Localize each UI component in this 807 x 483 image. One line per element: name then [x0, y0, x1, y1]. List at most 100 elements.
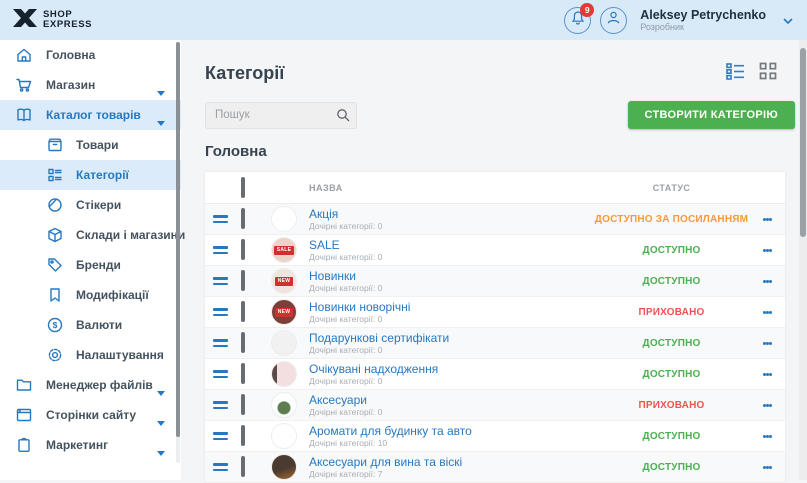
- category-children-count: Дочірні категорії: 0: [309, 407, 594, 417]
- user-name: Aleksey Petrychenko: [640, 8, 766, 22]
- row-menu-button[interactable]: [749, 402, 785, 408]
- category-link[interactable]: Аксесуари: [309, 394, 594, 407]
- status-badge: ДОСТУПНО: [594, 369, 749, 380]
- table-row: Очікувані надходження Дочірні категорії:…: [205, 359, 785, 390]
- row-menu-button[interactable]: [749, 340, 785, 346]
- user-menu-chevron-icon[interactable]: [783, 11, 793, 29]
- row-checkbox[interactable]: [241, 456, 245, 477]
- drag-handle[interactable]: [213, 370, 241, 378]
- category-link[interactable]: Новинки новорічні: [309, 301, 594, 314]
- column-header-status: СТАТУС: [594, 183, 749, 193]
- row-menu-button[interactable]: [749, 464, 785, 470]
- sidebar-item-catalog[interactable]: Каталог товарів: [0, 100, 181, 130]
- status-badge: ДОСТУПНО ЗА ПОСИЛАННЯМ: [594, 214, 749, 225]
- drag-handle[interactable]: [213, 246, 241, 254]
- status-badge: ПРИХОВАНО: [594, 307, 749, 318]
- category-thumbnail: NEW: [271, 268, 297, 294]
- category-children-count: Дочірні категорії: 0: [309, 283, 594, 293]
- select-all-checkbox[interactable]: [241, 177, 245, 198]
- category-thumbnail: SALE: [271, 237, 297, 263]
- category-link[interactable]: SALE: [309, 239, 594, 252]
- sidebar-item-pages[interactable]: Сторінки сайту: [0, 400, 181, 430]
- shop-express-logo[interactable]: SHOP EXPRESS: [12, 6, 92, 35]
- sidebar-item-brands[interactable]: Бренди: [0, 250, 181, 280]
- chevron-down-icon: [157, 83, 165, 101]
- table-row: SALE SALE Дочірні категорії: 0 ДОСТУПНО: [205, 235, 785, 266]
- row-checkbox[interactable]: [241, 208, 245, 229]
- row-checkbox[interactable]: [241, 270, 245, 291]
- status-badge: ДОСТУПНО: [594, 431, 749, 442]
- grid-view-toggle[interactable]: [759, 62, 777, 85]
- category-link[interactable]: Подарункові сертифікати: [309, 332, 594, 345]
- user-avatar[interactable]: [600, 7, 627, 34]
- list-view-toggle[interactable]: [726, 63, 745, 85]
- sidebar-item-products[interactable]: Товари: [0, 130, 181, 160]
- category-link[interactable]: Аромати для будинку та авто: [309, 425, 594, 438]
- thumbnail-tag-label: SALE: [274, 246, 295, 255]
- sidebar-item-settings[interactable]: Налаштування: [0, 340, 181, 370]
- category-children-count: Дочірні категорії: 7: [309, 469, 594, 479]
- main-scrollbar[interactable]: [800, 48, 806, 237]
- status-badge: ДОСТУПНО: [594, 276, 749, 287]
- files-icon: [15, 376, 33, 394]
- stickers-icon: [46, 196, 64, 214]
- category-link[interactable]: Новинки: [309, 270, 594, 283]
- sidebar-item-cart[interactable]: Магазин: [0, 70, 181, 100]
- modifications-icon: [46, 286, 64, 304]
- row-checkbox[interactable]: [241, 363, 245, 384]
- row-checkbox[interactable]: [241, 239, 245, 260]
- drag-handle[interactable]: [213, 215, 241, 223]
- category-thumbnail: [271, 330, 297, 356]
- column-header-name: НАЗВА: [309, 183, 594, 193]
- sidebar-item-currencies[interactable]: $ Валюти: [0, 310, 181, 340]
- table-row: NEW Новинки Дочірні категорії: 0 ДОСТУПН…: [205, 266, 785, 297]
- page-title: Категорії: [205, 63, 284, 84]
- row-menu-button[interactable]: [749, 309, 785, 315]
- table-row: Аксесуари Дочірні категорії: 0 ПРИХОВАНО: [205, 390, 785, 421]
- drag-handle[interactable]: [213, 432, 241, 440]
- home-icon: [15, 46, 33, 64]
- sidebar-item-home[interactable]: Головна: [0, 40, 181, 70]
- person-icon: [605, 9, 622, 31]
- row-menu-button[interactable]: [749, 433, 785, 439]
- category-link[interactable]: Очікувані надходження: [309, 363, 594, 376]
- row-menu-button[interactable]: [749, 278, 785, 284]
- status-badge: ПРИХОВАНО: [594, 400, 749, 411]
- category-thumbnail: [271, 206, 297, 232]
- category-link[interactable]: Аксесуари для вина та віскі: [309, 456, 594, 469]
- create-category-button[interactable]: СТВОРИТИ КАТЕГОРІЮ: [628, 101, 796, 129]
- row-menu-button[interactable]: [749, 216, 785, 222]
- row-checkbox[interactable]: [241, 425, 245, 446]
- section-title: Головна: [205, 143, 807, 160]
- sidebar-item-warehouse[interactable]: Склади і магазини: [0, 220, 181, 250]
- svg-text:$: $: [53, 320, 58, 330]
- row-menu-button[interactable]: [749, 247, 785, 253]
- logo-text: SHOP EXPRESS: [43, 10, 92, 30]
- drag-handle[interactable]: [213, 277, 241, 285]
- sidebar-scrollbar[interactable]: [176, 42, 180, 437]
- row-checkbox[interactable]: [241, 394, 245, 415]
- row-menu-button[interactable]: [749, 371, 785, 377]
- notifications-button[interactable]: 9: [564, 7, 591, 34]
- chevron-down-icon: [157, 113, 165, 131]
- drag-handle[interactable]: [213, 463, 241, 471]
- row-checkbox[interactable]: [241, 301, 245, 322]
- row-checkbox[interactable]: [241, 332, 245, 353]
- thumbnail-tag-label: NEW: [275, 277, 294, 286]
- category-link[interactable]: Акція: [309, 208, 594, 221]
- drag-handle[interactable]: [213, 339, 241, 347]
- search-input[interactable]: [205, 102, 357, 129]
- search-icon: [336, 108, 350, 127]
- sidebar-item-marketing[interactable]: Маркетинг: [0, 430, 181, 460]
- sidebar-item-files[interactable]: Менеджер файлів: [0, 370, 181, 400]
- warehouse-icon: [46, 226, 64, 244]
- drag-handle[interactable]: [213, 401, 241, 409]
- drag-handle[interactable]: [213, 308, 241, 316]
- status-badge: ДОСТУПНО: [594, 462, 749, 473]
- table-row: NEW Новинки новорічні Дочірні категорії:…: [205, 297, 785, 328]
- sidebar-item-categories[interactable]: Категорії: [0, 160, 181, 190]
- sidebar-item-modifications[interactable]: Модифікації: [0, 280, 181, 310]
- sidebar-item-stickers[interactable]: Стікери: [0, 190, 181, 220]
- cart-icon: [15, 76, 33, 94]
- table-header: НАЗВА СТАТУС: [205, 172, 785, 204]
